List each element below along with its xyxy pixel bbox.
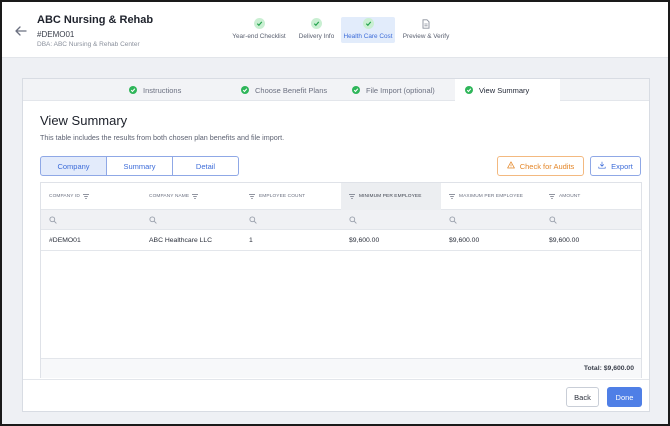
column-header-maximum-per-employee[interactable]: Maximum per Employee [449, 183, 523, 210]
filter-icon[interactable] [449, 194, 455, 199]
column-label: Company ID [49, 194, 80, 199]
column-label: Employee Count [259, 194, 306, 199]
cell-employee-count: 1 [249, 237, 253, 244]
total-amount: Total: $9,600.00 [583, 365, 634, 372]
page-header: ABC Nursing & Rehab #DEMO01 DBA: ABC Nur… [2, 2, 668, 58]
check-for-audits-button[interactable]: Check for Audits [497, 156, 584, 176]
view-toggle: Company Summary Detail [40, 156, 239, 176]
cell-amount: $9,600.00 [549, 237, 580, 244]
check-circle-icon [129, 86, 137, 94]
search-icon[interactable] [449, 216, 457, 224]
step-label: Preview & Verify [402, 33, 450, 40]
cell-company-id: #DEMO01 [49, 237, 81, 244]
download-icon [598, 161, 606, 171]
company-dba: DBA: ABC Nursing & Rehab Center [37, 41, 140, 48]
table-row[interactable]: #DEMO01 ABC Healthcare LLC 1 $9,600.00 $… [41, 231, 641, 251]
cell-company-name: ABC Healthcare LLC [149, 237, 213, 244]
summary-card: Instructions Choose Benefit Plans File I… [22, 78, 650, 412]
filter-icon[interactable] [249, 194, 255, 199]
app-frame: ABC Nursing & Rehab #DEMO01 DBA: ABC Nur… [0, 0, 670, 426]
check-icon [253, 18, 265, 29]
check-circle-icon [352, 86, 360, 94]
view-detail-button[interactable]: Detail [173, 156, 239, 176]
step-delivery-info[interactable]: Delivery Info [294, 18, 339, 44]
check-icon [311, 18, 322, 29]
step-health-care-cost[interactable]: Health Care Cost [341, 17, 395, 43]
column-header-employee-count[interactable]: Employee Count [249, 183, 305, 210]
summary-table: Company ID Company Name Employee Count M… [40, 182, 642, 378]
step-label: Year-end Checklist [232, 33, 286, 40]
column-header-minimum-per-employee[interactable]: Minimum per Employee [341, 183, 441, 210]
column-label: Minimum per Employee [359, 194, 422, 199]
company-title: ABC Nursing & Rehab [37, 14, 154, 26]
column-label: Company Name [149, 194, 190, 199]
warning-icon [506, 161, 515, 171]
view-company-button[interactable]: Company [40, 156, 107, 176]
subtab-file-import[interactable]: File Import (optional) [352, 79, 435, 101]
step-year-end-checklist[interactable]: Year-end Checklist [227, 18, 291, 44]
check-icon [362, 18, 374, 29]
subtab-label: View Summary [479, 85, 530, 95]
back-arrow-icon[interactable] [14, 24, 28, 38]
filter-icon[interactable] [192, 194, 199, 199]
subtab-label: File Import (optional) [366, 85, 435, 95]
column-label: Maximum per Employee [459, 194, 524, 199]
search-icon[interactable] [249, 216, 257, 224]
search-icon[interactable] [349, 216, 357, 224]
audit-label: Check for Audits [519, 161, 575, 171]
column-header-amount[interactable]: Amount [549, 183, 580, 210]
page-title: View Summary [40, 113, 128, 128]
column-filter-row [41, 210, 641, 230]
subtab-choose-benefit-plans[interactable]: Choose Benefit Plans [241, 79, 327, 101]
cell-maximum-per-employee: $9,600.00 [449, 237, 480, 244]
step-preview-verify[interactable]: Preview & Verify [399, 18, 453, 44]
search-icon[interactable] [149, 216, 157, 224]
subtab-instructions[interactable]: Instructions [129, 79, 181, 101]
export-label: Export [611, 161, 633, 171]
check-circle-icon [241, 86, 249, 94]
subtab-label: Instructions [143, 85, 182, 95]
page-description: This table includes the results from bot… [40, 133, 285, 142]
table-header: Company ID Company Name Employee Count M… [41, 183, 641, 210]
search-icon[interactable] [49, 216, 57, 224]
back-button[interactable]: Back [566, 387, 599, 407]
card-footer-divider [23, 379, 649, 380]
document-icon [421, 18, 432, 29]
filter-icon[interactable] [349, 194, 355, 199]
search-icon[interactable] [549, 216, 557, 224]
wizard-subtabs: Instructions Choose Benefit Plans File I… [23, 79, 649, 101]
filter-icon[interactable] [82, 194, 89, 199]
column-header-company-id[interactable]: Company ID [49, 183, 89, 210]
table-footer: Total: $9,600.00 [41, 358, 641, 378]
cell-minimum-per-employee: $9,600.00 [349, 237, 380, 244]
done-button[interactable]: Done [607, 387, 642, 407]
column-label: Amount [559, 194, 581, 199]
view-summary-button[interactable]: Summary [107, 156, 173, 176]
column-header-company-name[interactable]: Company Name [149, 183, 199, 210]
step-label: Health Care Cost [343, 33, 393, 40]
subtab-label: Choose Benefit Plans [255, 85, 328, 95]
check-circle-icon [465, 86, 473, 94]
subtab-view-summary[interactable]: View Summary [455, 79, 560, 101]
step-label: Delivery Info [298, 33, 335, 40]
company-id: #DEMO01 [37, 30, 75, 39]
export-button[interactable]: Export [590, 156, 641, 176]
filter-icon[interactable] [549, 194, 555, 199]
